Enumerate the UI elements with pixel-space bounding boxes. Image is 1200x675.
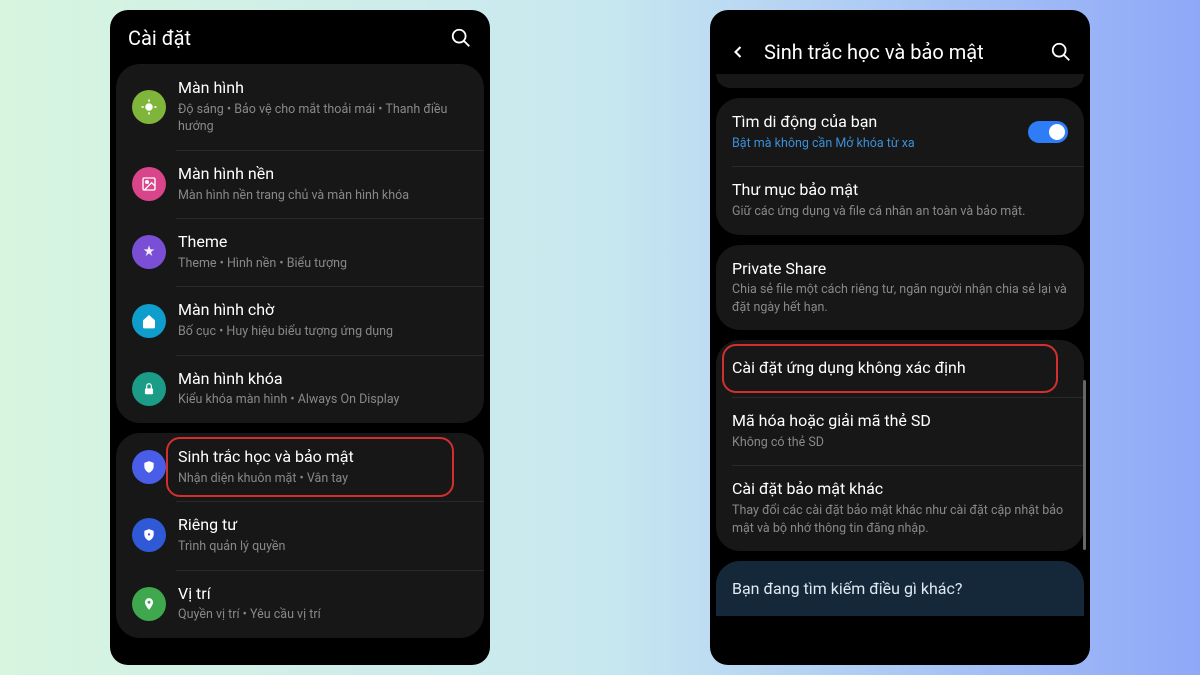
- row-title: Vị trí: [178, 584, 468, 605]
- row-title: Theme: [178, 232, 468, 253]
- display-icon: [132, 90, 166, 124]
- row-sub: Quyền vị trí • Yêu cầu vị trí: [178, 606, 468, 624]
- lock-icon: [132, 372, 166, 406]
- row-title: Màn hình chờ: [178, 300, 468, 321]
- section-privateshare: Private ShareChia sẻ file một cách riêng…: [716, 245, 1084, 331]
- row-encrypt-sd[interactable]: Mã hóa hoặc giải mã thẻ SD Không có thẻ S…: [716, 397, 1084, 465]
- settings-group-1: Màn hìnhĐộ sáng • Bảo vệ cho mắt thoải m…: [116, 64, 484, 423]
- row-title: Màn hình nền: [178, 164, 468, 185]
- row-sub: Giữ các ứng dụng và file cá nhân an toàn…: [732, 203, 1068, 221]
- row-theme[interactable]: Theme Theme • Hình nền • Biểu tượng: [116, 218, 484, 286]
- status-bar: [710, 10, 1090, 32]
- row-sub: Bật mà không cần Mở khóa từ xa: [732, 135, 1028, 153]
- row-sub: Nhận diện khuôn mặt • Vân tay: [178, 470, 468, 488]
- row-sub: Trình quản lý quyền: [178, 538, 468, 556]
- row-homescreen[interactable]: Màn hình chờ Bố cục • Huy hiệu biểu tượng…: [116, 286, 484, 354]
- row-title: Sinh trắc học và bảo mật: [178, 447, 468, 468]
- row-find-mobile[interactable]: Tìm di động của bạn Bật mà không cần Mở k…: [716, 98, 1084, 166]
- section-finddevice: Tìm di động của bạn Bật mà không cần Mở k…: [716, 98, 1084, 235]
- row-unknown-apps[interactable]: Cài đặt ứng dụng không xác định: [716, 340, 1084, 397]
- scrollbar[interactable]: [1083, 380, 1086, 550]
- page-title: Cài đặt: [128, 26, 450, 50]
- row-secure-folder[interactable]: Thư mục bảo mật Giữ các ứng dụng và file …: [716, 166, 1084, 234]
- biometrics-screen: Sinh trắc học và bảo mật Tìm di động của…: [710, 10, 1090, 665]
- row-lockscreen[interactable]: Màn hình khóaKiểu khóa màn hình • Always…: [116, 355, 484, 423]
- home-icon: [132, 304, 166, 338]
- row-sub: Theme • Hình nền • Biểu tượng: [178, 255, 468, 273]
- row-sub: Kiểu khóa màn hình • Always On Display: [178, 391, 468, 409]
- page-title: Sinh trắc học và bảo mật: [764, 40, 1050, 64]
- settings-screen: Cài đặt Màn hìnhĐộ sáng • Bảo vệ cho mắt…: [110, 10, 490, 665]
- section-other: Cài đặt ứng dụng không xác định Mã hóa h…: [716, 340, 1084, 551]
- row-title: Cài đặt ứng dụng không xác định: [732, 358, 1068, 379]
- row-title: Màn hình: [178, 78, 468, 99]
- location-icon: [132, 587, 166, 621]
- row-title: Tìm di động của bạn: [732, 112, 1028, 133]
- row-sub: Màn hình nền trang chủ và màn hình khóa: [178, 187, 468, 205]
- privacy-icon: [132, 518, 166, 552]
- header: Sinh trắc học và bảo mật: [710, 32, 1090, 78]
- toggle-on[interactable]: [1028, 121, 1068, 143]
- row-biometrics[interactable]: Sinh trắc học và bảo mật Nhận diện khuôn …: [116, 433, 484, 501]
- footer-question[interactable]: Bạn đang tìm kiếm điều gì khác?: [716, 561, 1084, 616]
- row-title: Cài đặt bảo mật khác: [732, 479, 1068, 500]
- settings-group-2: Sinh trắc học và bảo mật Nhận diện khuôn …: [116, 433, 484, 638]
- search-icon[interactable]: [450, 27, 472, 49]
- row-title: Mã hóa hoặc giải mã thẻ SD: [732, 411, 1068, 432]
- row-location[interactable]: Vị tríQuyền vị trí • Yêu cầu vị trí: [116, 570, 484, 638]
- wallpaper-icon: [132, 167, 166, 201]
- row-title: Thư mục bảo mật: [732, 180, 1068, 201]
- section-partial-top: [716, 74, 1084, 88]
- row-sub: Chia sẻ file một cách riêng tư, ngăn ngư…: [732, 281, 1068, 316]
- row-privacy[interactable]: Riêng tư Trình quản lý quyền: [116, 501, 484, 569]
- row-sub: Độ sáng • Bảo vệ cho mắt thoải mái • Tha…: [178, 101, 468, 136]
- row-sub: Thay đổi các cài đặt bảo mật khác như cà…: [732, 502, 1068, 537]
- shield-icon: [132, 450, 166, 484]
- header: Cài đặt: [110, 10, 490, 64]
- row-private-share[interactable]: Private ShareChia sẻ file một cách riêng…: [716, 245, 1084, 331]
- row-other-security[interactable]: Cài đặt bảo mật khácThay đổi các cài đặt…: [716, 465, 1084, 551]
- back-icon[interactable]: [728, 42, 748, 62]
- row-title: Private Share: [732, 259, 1068, 280]
- row-title: Riêng tư: [178, 515, 468, 536]
- theme-icon: [132, 235, 166, 269]
- search-icon[interactable]: [1050, 41, 1072, 63]
- row-wallpaper[interactable]: Màn hình nền Màn hình nền trang chủ và mà…: [116, 150, 484, 218]
- row-display[interactable]: Màn hìnhĐộ sáng • Bảo vệ cho mắt thoải m…: [116, 64, 484, 150]
- row-title: Màn hình khóa: [178, 369, 468, 390]
- row-sub: Bố cục • Huy hiệu biểu tượng ứng dụng: [178, 323, 468, 341]
- row-sub: Không có thẻ SD: [732, 434, 1068, 452]
